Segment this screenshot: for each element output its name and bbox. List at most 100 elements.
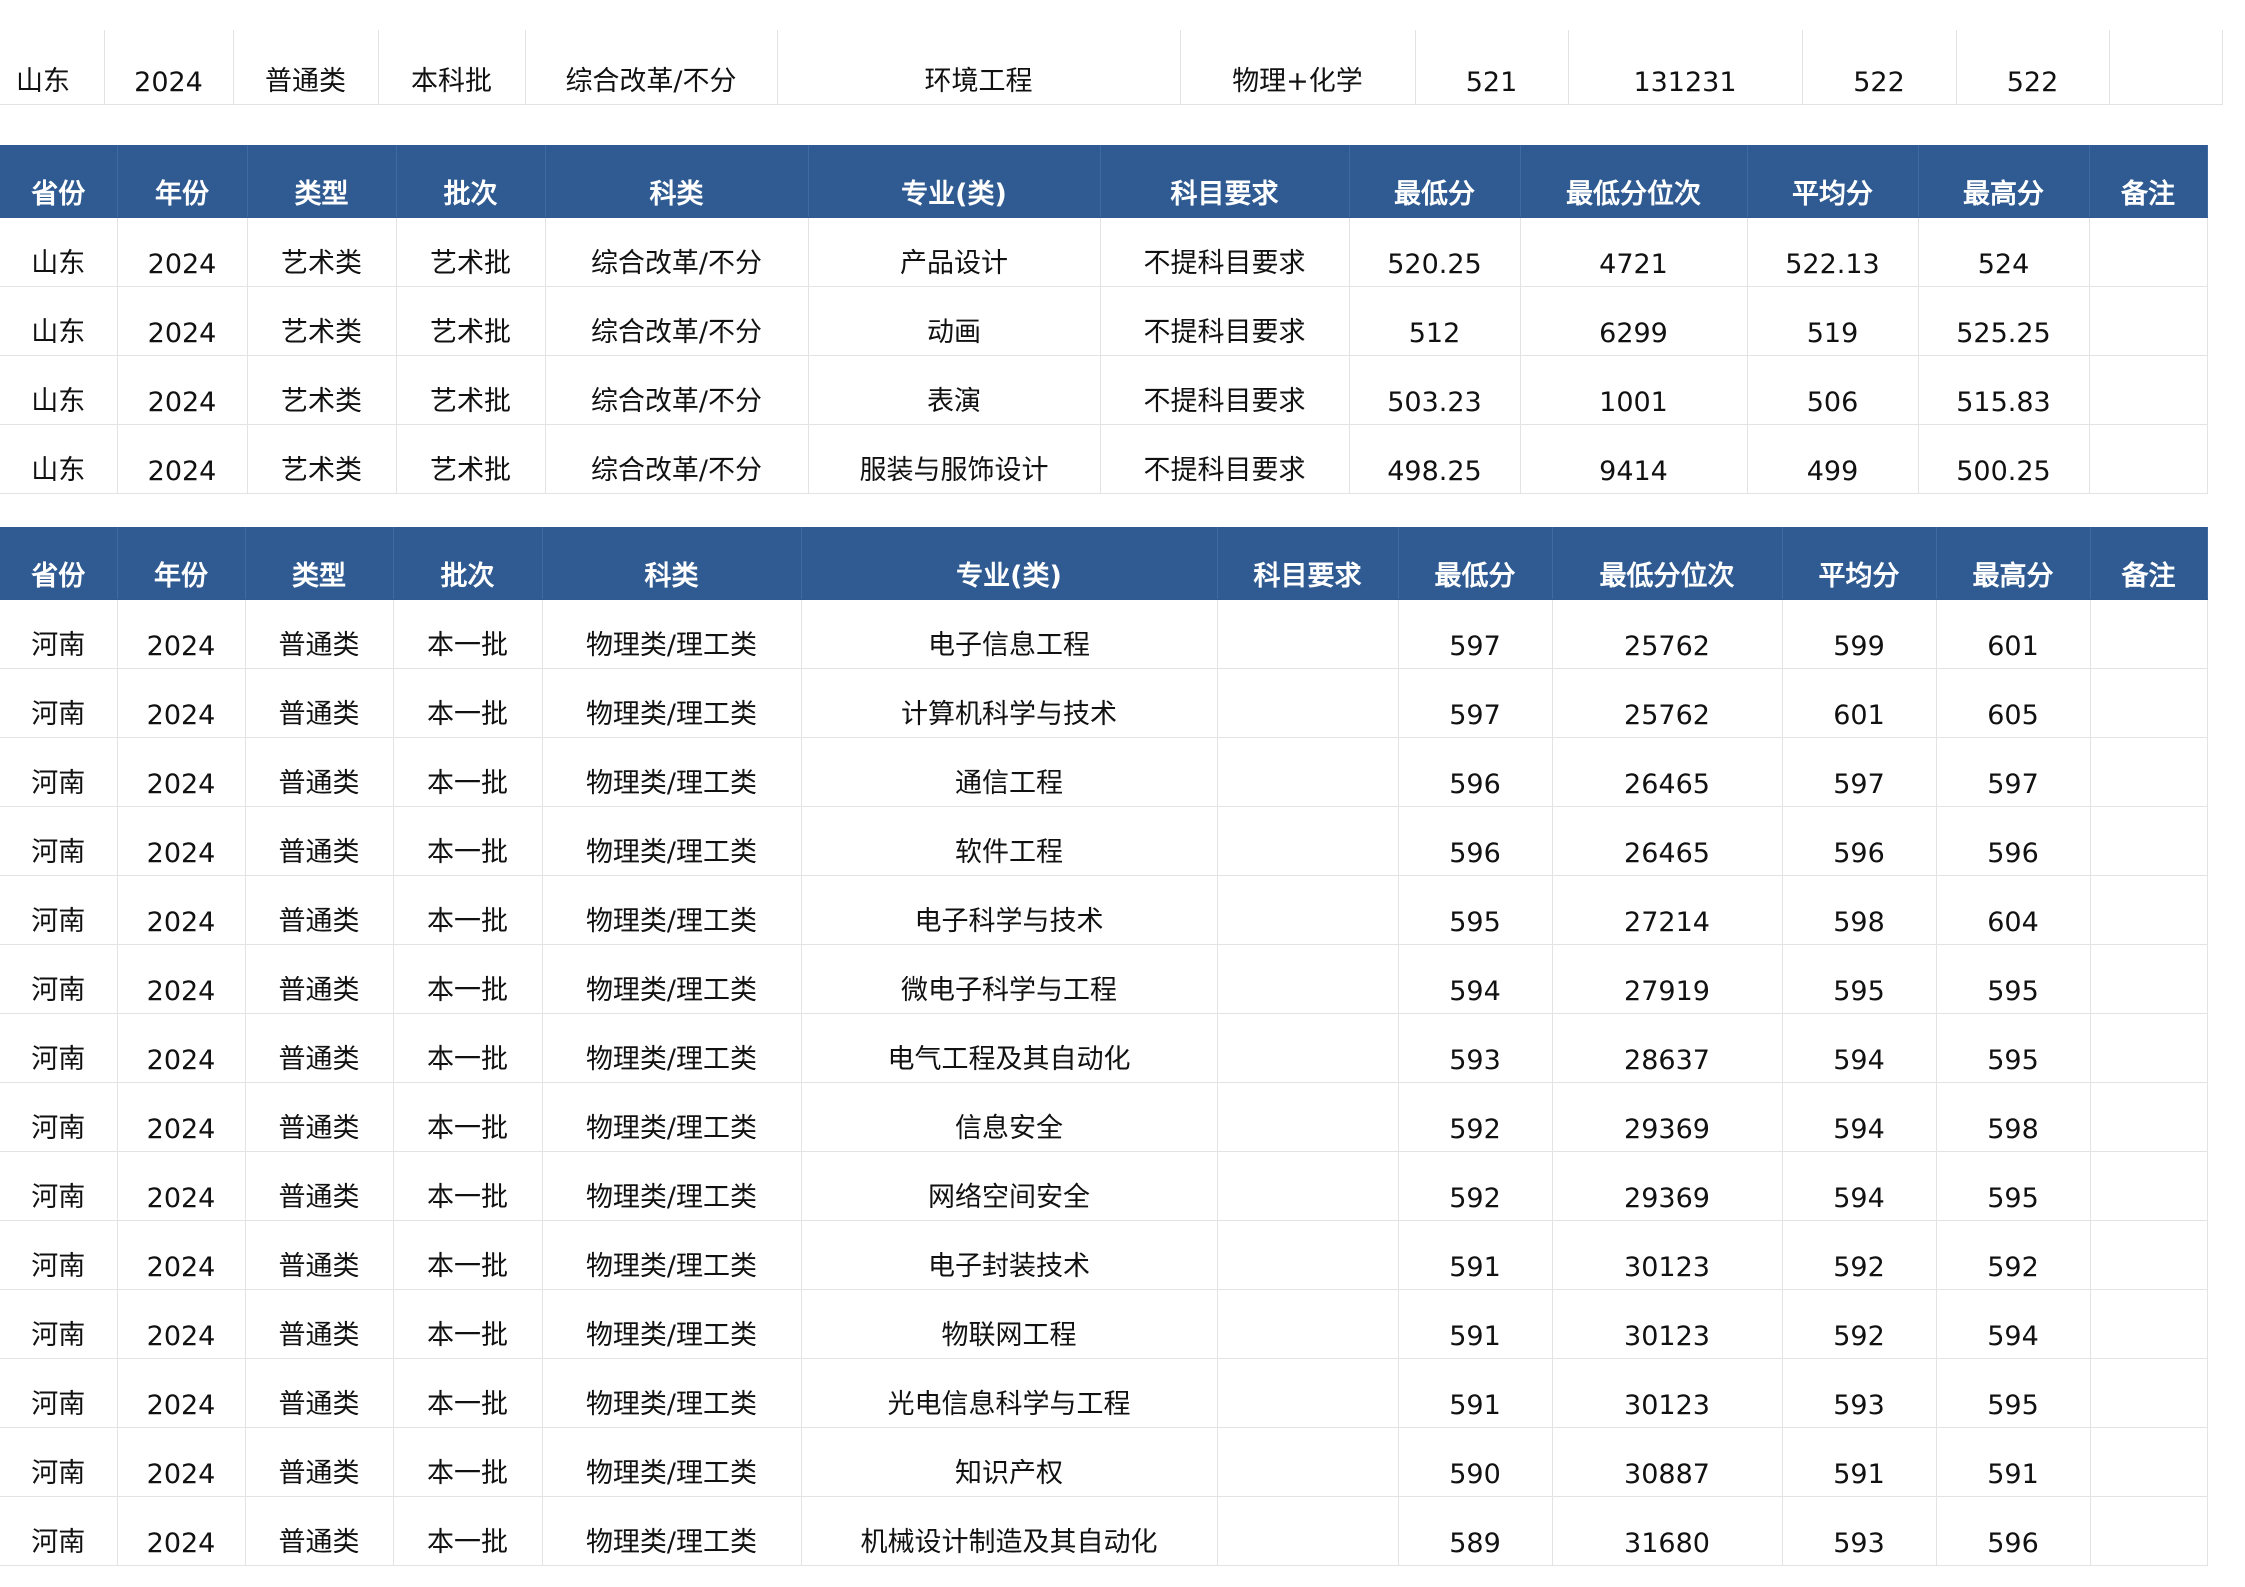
table-row: 河南 2024 普通类 本一批 物理类/理工类 微电子科学与工程 594 27919 595 59… bbox=[0, 944, 2208, 1014]
cell-type: 普通类 bbox=[245, 806, 394, 876]
cell-avg-score: 592 bbox=[1782, 1220, 1937, 1290]
cell-major: 计算机科学与技术 bbox=[801, 668, 1218, 738]
cell-province: 河南 bbox=[0, 806, 118, 876]
header-avg-score: 平均分 bbox=[1782, 527, 1937, 600]
cell-remark bbox=[2090, 1358, 2208, 1428]
cell-subject-req: 不提科目要求 bbox=[1100, 217, 1350, 287]
cell-max-score: 595 bbox=[1936, 1358, 2091, 1428]
cell-type: 艺术类 bbox=[247, 286, 397, 356]
cell-min-rank: 4721 bbox=[1520, 217, 1748, 287]
cell-subject-req bbox=[1217, 944, 1399, 1014]
cell-subject-req bbox=[1217, 1013, 1399, 1083]
cell-batch: 艺术批 bbox=[396, 286, 546, 356]
cell-max-score: 601 bbox=[1936, 599, 2091, 669]
cell-min-score: 594 bbox=[1398, 944, 1553, 1014]
cell-category: 综合改革/不分 bbox=[545, 424, 809, 494]
cell-min-rank: 1001 bbox=[1520, 355, 1748, 425]
cell-remark bbox=[2089, 355, 2208, 425]
cell-major: 微电子科学与工程 bbox=[801, 944, 1218, 1014]
cell-year: 2024 bbox=[117, 668, 246, 738]
cell-remark bbox=[2090, 668, 2208, 738]
cell-max-score: 515.83 bbox=[1918, 355, 2090, 425]
cell-category: 物理类/理工类 bbox=[542, 1289, 802, 1359]
cell-year: 2024 bbox=[117, 944, 246, 1014]
header-max-score: 最高分 bbox=[1936, 527, 2091, 600]
cell-batch: 本科批 bbox=[378, 30, 526, 105]
cell-province: 山东 bbox=[0, 217, 118, 287]
cell-avg-score: 519 bbox=[1747, 286, 1919, 356]
cell-min-rank: 25762 bbox=[1552, 668, 1783, 738]
cell-min-rank: 28637 bbox=[1552, 1013, 1783, 1083]
header-avg-score: 平均分 bbox=[1747, 145, 1919, 218]
cell-category: 物理类/理工类 bbox=[542, 806, 802, 876]
cell-remark bbox=[2089, 217, 2208, 287]
cell-remark bbox=[2090, 1013, 2208, 1083]
cell-batch: 本一批 bbox=[393, 1082, 543, 1152]
cell-type: 普通类 bbox=[245, 875, 394, 945]
cell-major: 软件工程 bbox=[801, 806, 1218, 876]
cell-remark bbox=[2090, 944, 2208, 1014]
header-type: 类型 bbox=[247, 145, 397, 218]
cell-remark bbox=[2089, 424, 2208, 494]
cell-min-rank: 26465 bbox=[1552, 737, 1783, 807]
header-min-rank: 最低分位次 bbox=[1520, 145, 1748, 218]
table-row: 河南 2024 普通类 本一批 物理类/理工类 网络空间安全 592 29369 594 595 bbox=[0, 1151, 2208, 1221]
header-year: 年份 bbox=[117, 145, 248, 218]
header-min-score: 最低分 bbox=[1349, 145, 1521, 218]
cell-avg-score: 601 bbox=[1782, 668, 1937, 738]
cell-min-score: 595 bbox=[1398, 875, 1553, 945]
cell-major: 表演 bbox=[808, 355, 1101, 425]
cell-remark bbox=[2090, 1151, 2208, 1221]
cell-batch: 本一批 bbox=[393, 1496, 543, 1566]
table-row: 河南 2024 普通类 本一批 物理类/理工类 机械设计制造及其自动化 589 31680 59… bbox=[0, 1496, 2208, 1566]
cell-type: 普通类 bbox=[245, 1427, 394, 1497]
cell-min-score: 590 bbox=[1398, 1427, 1553, 1497]
header-batch: 批次 bbox=[393, 527, 543, 600]
cell-batch: 本一批 bbox=[393, 944, 543, 1014]
cell-remark bbox=[2090, 1289, 2208, 1359]
cell-year: 2024 bbox=[117, 424, 248, 494]
cell-subject-req bbox=[1217, 599, 1399, 669]
cell-type: 普通类 bbox=[245, 737, 394, 807]
header-category: 科类 bbox=[542, 527, 802, 600]
cell-min-score: 589 bbox=[1398, 1496, 1553, 1566]
cell-max-score: 596 bbox=[1936, 806, 2091, 876]
table-row: 山东 2024 普通类 本科批 综合改革/不分 环境工程 物理+化学 521 131231 522… bbox=[0, 30, 2223, 105]
cell-type: 普通类 bbox=[233, 30, 379, 105]
cell-year: 2024 bbox=[117, 1427, 246, 1497]
cell-subject-req: 物理+化学 bbox=[1180, 30, 1416, 105]
cell-category: 物理类/理工类 bbox=[542, 875, 802, 945]
cell-min-score: 512 bbox=[1349, 286, 1521, 356]
cell-year: 2024 bbox=[117, 599, 246, 669]
cell-avg-score: 593 bbox=[1782, 1358, 1937, 1428]
cell-major: 动画 bbox=[808, 286, 1101, 356]
cell-subject-req: 不提科目要求 bbox=[1100, 424, 1350, 494]
cell-avg-score: 595 bbox=[1782, 944, 1937, 1014]
henan-table-header: 省份 年份 类型 批次 科类 专业(类) 科目要求 最低分 最低分位次 平均分 最高分 备注 bbox=[0, 527, 2208, 600]
cell-max-score: 604 bbox=[1936, 875, 2091, 945]
cell-min-score: 591 bbox=[1398, 1358, 1553, 1428]
cell-min-rank: 27919 bbox=[1552, 944, 1783, 1014]
cell-year: 2024 bbox=[117, 806, 246, 876]
header-remark: 备注 bbox=[2090, 527, 2208, 600]
header-type: 类型 bbox=[245, 527, 394, 600]
cell-min-rank: 30123 bbox=[1552, 1220, 1783, 1290]
cell-type: 普通类 bbox=[245, 1082, 394, 1152]
cell-batch: 本一批 bbox=[393, 806, 543, 876]
cell-subject-req bbox=[1217, 737, 1399, 807]
art-table-body: 山东 2024 艺术类 艺术批 综合改革/不分 产品设计 不提科目要求 520.25 4721 5… bbox=[0, 217, 2208, 494]
cell-min-rank: 29369 bbox=[1552, 1151, 1783, 1221]
cell-avg-score: 499 bbox=[1747, 424, 1919, 494]
table-row: 河南 2024 普通类 本一批 物理类/理工类 电气工程及其自动化 593 28637 594 5… bbox=[0, 1013, 2208, 1083]
table-row: 河南 2024 普通类 本一批 物理类/理工类 电子信息工程 597 25762 599 601 bbox=[0, 599, 2208, 669]
cell-major: 电子封装技术 bbox=[801, 1220, 1218, 1290]
cell-avg-score: 594 bbox=[1782, 1151, 1937, 1221]
cell-province: 河南 bbox=[0, 1082, 118, 1152]
table-row: 山东 2024 艺术类 艺术批 综合改革/不分 服装与服饰设计 不提科目要求 498.25 94… bbox=[0, 424, 2208, 494]
cell-province: 河南 bbox=[0, 1358, 118, 1428]
cell-category: 物理类/理工类 bbox=[542, 1151, 802, 1221]
cell-batch: 本一批 bbox=[393, 1289, 543, 1359]
cell-min-score: 597 bbox=[1398, 599, 1553, 669]
cell-max-score: 524 bbox=[1918, 217, 2090, 287]
cell-category: 物理类/理工类 bbox=[542, 1220, 802, 1290]
